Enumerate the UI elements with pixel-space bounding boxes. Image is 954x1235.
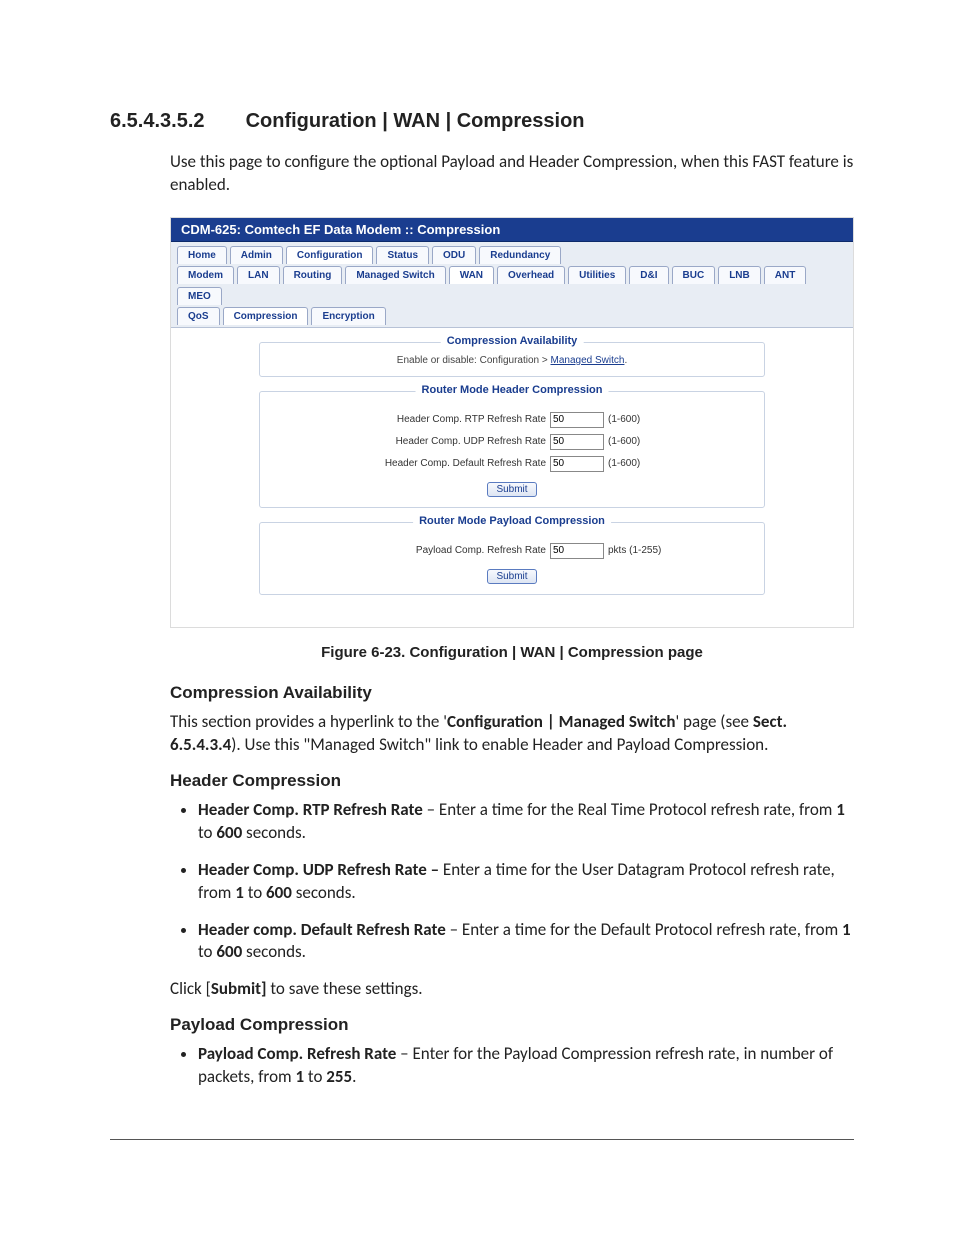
form-row: Header Comp. RTP Refresh Rate (1-600) (272, 412, 752, 428)
tab-lnb[interactable]: LNB (718, 266, 761, 284)
header-refresh-input-1[interactable] (550, 434, 604, 450)
payload-refresh-input-0[interactable] (550, 543, 604, 559)
tab-modem[interactable]: Modem (177, 266, 234, 284)
availability-paragraph: This section provides a hyperlink to the… (170, 711, 854, 757)
tab-odu[interactable]: ODU (432, 246, 476, 264)
section-intro: Use this page to configure the optional … (170, 151, 854, 197)
submit-button[interactable]: Submit (487, 482, 536, 497)
section-title: Configuration | WAN | Compression (246, 110, 585, 132)
subheading-payload-comp: Payload Compression (170, 1015, 854, 1035)
tab-row-3: QoSCompressionEncryption (177, 307, 847, 325)
subheading-header-comp: Header Compression (170, 771, 854, 791)
availability-suffix: . (624, 355, 627, 366)
section-number: 6.5.4.3.5.2 (110, 110, 240, 133)
tab-meo[interactable]: MEO (177, 287, 222, 305)
tab-row-2: ModemLANRoutingManaged SwitchWANOverhead… (177, 266, 847, 305)
managed-switch-link[interactable]: Managed Switch (551, 355, 625, 366)
tab-compression[interactable]: Compression (223, 307, 309, 325)
screenshot-panel: CDM-625: Comtech EF Data Modem :: Compre… (170, 217, 854, 628)
list-item: Payload Comp. Refresh Rate – Enter for t… (198, 1043, 854, 1089)
tab-qos[interactable]: QoS (177, 307, 220, 325)
form-row: Payload Comp. Refresh Rate pkts (1-255) (272, 543, 752, 559)
section-heading: 6.5.4.3.5.2 Configuration | WAN | Compre… (110, 110, 854, 133)
window-title: CDM-625: Comtech EF Data Modem :: Compre… (171, 218, 853, 242)
list-item: Header Comp. RTP Refresh Rate – Enter a … (198, 799, 854, 845)
submit-note: Click [Submit] to save these settings. (170, 978, 854, 1001)
tab-buc[interactable]: BUC (672, 266, 716, 284)
tab-overhead[interactable]: Overhead (497, 266, 565, 284)
header-refresh-input-0[interactable] (550, 412, 604, 428)
panel-body: Compression Availability Enable or disab… (171, 328, 853, 627)
header-refresh-input-2[interactable] (550, 456, 604, 472)
form-row: Header Comp. UDP Refresh Rate (1-600) (272, 434, 752, 450)
tab-redundancy[interactable]: Redundancy (479, 246, 561, 264)
payload-comp-bullets: Payload Comp. Refresh Rate – Enter for t… (170, 1043, 854, 1089)
field-range: pkts (1-255) (608, 545, 678, 556)
tab-d-i[interactable]: D&I (629, 266, 668, 284)
field-label: Header Comp. RTP Refresh Rate (346, 414, 546, 425)
fieldset-legend: Compression Availability (441, 335, 584, 347)
field-label: Header Comp. UDP Refresh Rate (346, 436, 546, 447)
field-range: (1-600) (608, 458, 678, 469)
footer-rule (110, 1139, 854, 1140)
tab-admin[interactable]: Admin (230, 246, 283, 264)
tab-routing[interactable]: Routing (283, 266, 343, 284)
field-range: (1-600) (608, 414, 678, 425)
fieldset-payload-compression: Router Mode Payload Compression Payload … (259, 522, 765, 595)
tab-encryption[interactable]: Encryption (311, 307, 385, 325)
availability-text: Enable or disable: Configuration > Manag… (272, 355, 752, 366)
tab-configuration[interactable]: Configuration (286, 246, 374, 264)
field-label: Header Comp. Default Refresh Rate (346, 458, 546, 469)
document-page: 6.5.4.3.5.2 Configuration | WAN | Compre… (0, 0, 954, 1200)
subheading-availability: Compression Availability (170, 683, 854, 703)
tab-lan[interactable]: LAN (237, 266, 280, 284)
list-item: Header Comp. UDP Refresh Rate – Enter a … (198, 859, 854, 905)
tab-row-1: HomeAdminConfigurationStatusODURedundanc… (177, 246, 847, 264)
tab-bar: HomeAdminConfigurationStatusODURedundanc… (171, 242, 853, 328)
form-row: Header Comp. Default Refresh Rate (1-600) (272, 456, 752, 472)
submit-button[interactable]: Submit (487, 569, 536, 584)
availability-prefix: Enable or disable: Configuration > (397, 355, 551, 366)
fieldset-legend: Router Mode Header Compression (416, 384, 609, 396)
field-label: Payload Comp. Refresh Rate (346, 545, 546, 556)
fieldset-header-compression: Router Mode Header Compression Header Co… (259, 391, 765, 508)
tab-home[interactable]: Home (177, 246, 227, 264)
tab-wan[interactable]: WAN (449, 266, 494, 284)
fieldset-availability: Compression Availability Enable or disab… (259, 342, 765, 377)
figure-caption: Figure 6-23. Configuration | WAN | Compr… (170, 644, 854, 661)
tab-managed-switch[interactable]: Managed Switch (345, 266, 445, 284)
fieldset-legend: Router Mode Payload Compression (413, 515, 611, 527)
tab-status[interactable]: Status (376, 246, 429, 264)
field-range: (1-600) (608, 436, 678, 447)
tab-ant[interactable]: ANT (764, 266, 807, 284)
list-item: Header comp. Default Refresh Rate – Ente… (198, 919, 854, 965)
tab-utilities[interactable]: Utilities (568, 266, 626, 284)
header-comp-bullets: Header Comp. RTP Refresh Rate – Enter a … (170, 799, 854, 965)
